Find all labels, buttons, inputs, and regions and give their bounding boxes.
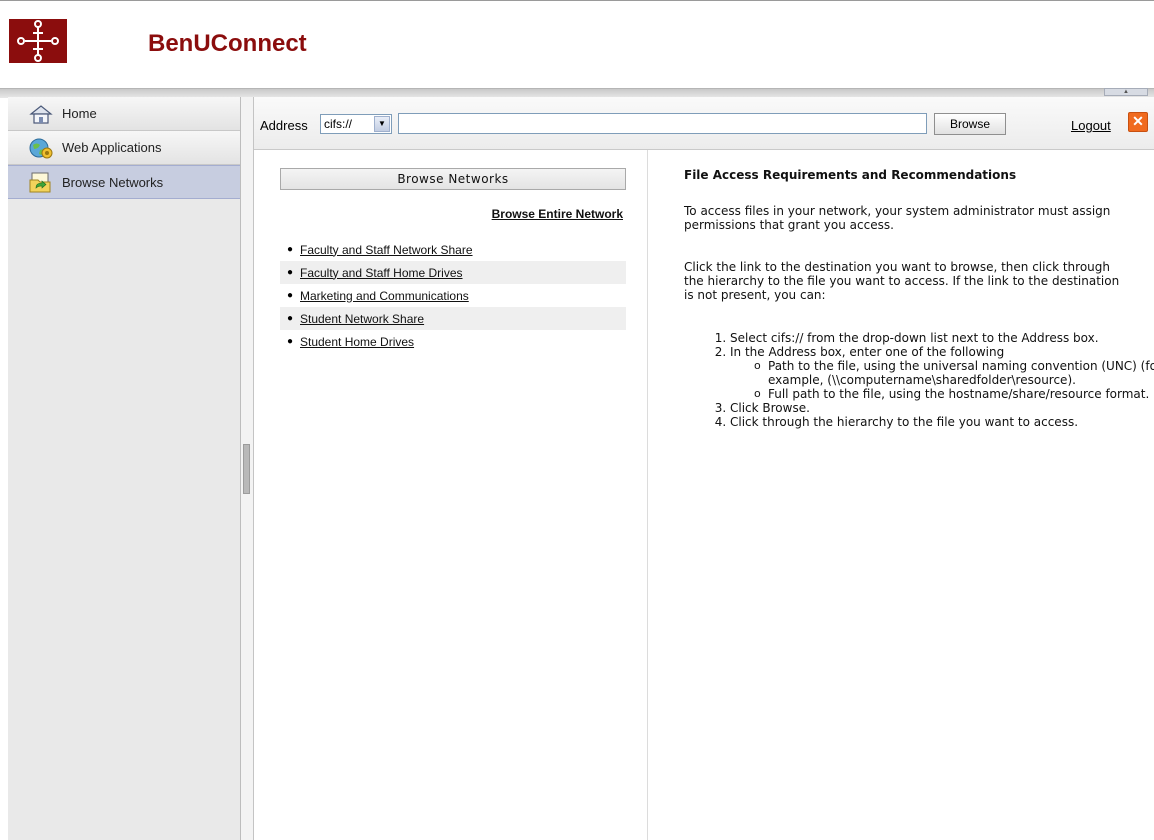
app-title: BenUConnect [148, 30, 307, 57]
help-title: File Access Requirements and Recommendat… [684, 168, 1017, 182]
help-step-text: Select cifs:// from the drop-down list n… [730, 331, 1099, 345]
network-link[interactable]: Student Home Drives [300, 335, 414, 349]
help-paragraph: Click the link to the destination you wa… [684, 260, 1120, 302]
browse-button[interactable]: Browse [934, 113, 1006, 135]
sidebar: Home Web Applications Browse Networks [8, 97, 241, 840]
collapse-header-handle[interactable]: ▲ [1104, 88, 1148, 96]
address-label: Address [260, 118, 308, 133]
browse-networks-header: Browse Networks [280, 168, 626, 190]
folder-arrow-icon [29, 172, 51, 193]
bullet-icon: ● [286, 336, 294, 347]
list-item: ● Student Home Drives [280, 330, 626, 353]
help-substep: Full path to the file, using the hostnam… [752, 387, 1154, 401]
bullet-icon: ● [286, 244, 294, 255]
help-paragraph: To access files in your network, your sy… [684, 204, 1111, 232]
list-item: ● Faculty and Staff Home Drives [280, 261, 626, 284]
help-step-text: Click through the hierarchy to the file … [730, 415, 1079, 429]
sidebar-item-label: Home [62, 106, 97, 121]
network-link[interactable]: Student Network Share [300, 312, 424, 326]
splitter-grip-handle[interactable] [243, 444, 250, 494]
logout-link[interactable]: Logout [1071, 118, 1111, 133]
bullet-icon: ● [286, 290, 294, 301]
close-icon[interactable]: ✕ [1128, 112, 1148, 132]
help-substeps-list: Path to the file, using the universal na… [730, 359, 1154, 401]
help-step: In the Address box, enter one of the fol… [730, 345, 1154, 401]
sidebar-item-label: Browse Networks [62, 174, 164, 190]
protocol-selected-value: cifs:// [324, 117, 353, 131]
help-step: Select cifs:// from the drop-down list n… [730, 331, 1154, 345]
help-step-text: Click Browse. [730, 401, 810, 415]
help-substep: Path to the file, using the universal na… [752, 359, 1154, 387]
browse-networks-panel: Browse Networks Browse Entire Network ● … [254, 150, 648, 840]
help-step: Click through the hierarchy to the file … [730, 415, 1154, 429]
sidebar-item-browse-networks[interactable]: Browse Networks [8, 165, 240, 199]
browse-entire-network-link[interactable]: Browse Entire Network [492, 207, 623, 221]
sidebar-item-label: Web Applications [62, 140, 162, 155]
globe-gear-icon [29, 138, 53, 158]
list-item: ● Student Network Share [280, 307, 626, 330]
help-step-text: In the Address box, enter one of the fol… [730, 345, 1005, 359]
network-list: ● Faculty and Staff Network Share ● Facu… [280, 238, 626, 353]
protocol-dropdown[interactable]: cifs:// ▼ [320, 114, 392, 134]
help-steps-list: Select cifs:// from the drop-down list n… [684, 331, 1154, 429]
bullet-icon: ● [286, 267, 294, 278]
bullet-icon: ● [286, 313, 294, 324]
network-link[interactable]: Faculty and Staff Home Drives [300, 266, 463, 280]
app-header: BenUConnect [0, 0, 1154, 88]
chevron-down-icon[interactable]: ▼ [374, 116, 390, 132]
address-toolbar: Address cifs:// ▼ Browse Logout ✕ [254, 97, 1154, 150]
address-input[interactable] [398, 113, 927, 134]
sidebar-item-web-applications[interactable]: Web Applications [8, 131, 240, 165]
list-item: ● Faculty and Staff Network Share [280, 238, 626, 261]
network-link[interactable]: Marketing and Communications [300, 289, 469, 303]
sidebar-item-home[interactable]: Home [8, 97, 240, 131]
list-item: ● Marketing and Communications [280, 284, 626, 307]
panel-splitter[interactable] [241, 97, 253, 840]
home-icon [29, 104, 53, 124]
logo-icon [9, 19, 67, 63]
help-step: Click Browse. [730, 401, 1154, 415]
main-content: Address cifs:// ▼ Browse Logout ✕ Browse… [253, 97, 1154, 840]
network-link[interactable]: Faculty and Staff Network Share [300, 243, 473, 257]
